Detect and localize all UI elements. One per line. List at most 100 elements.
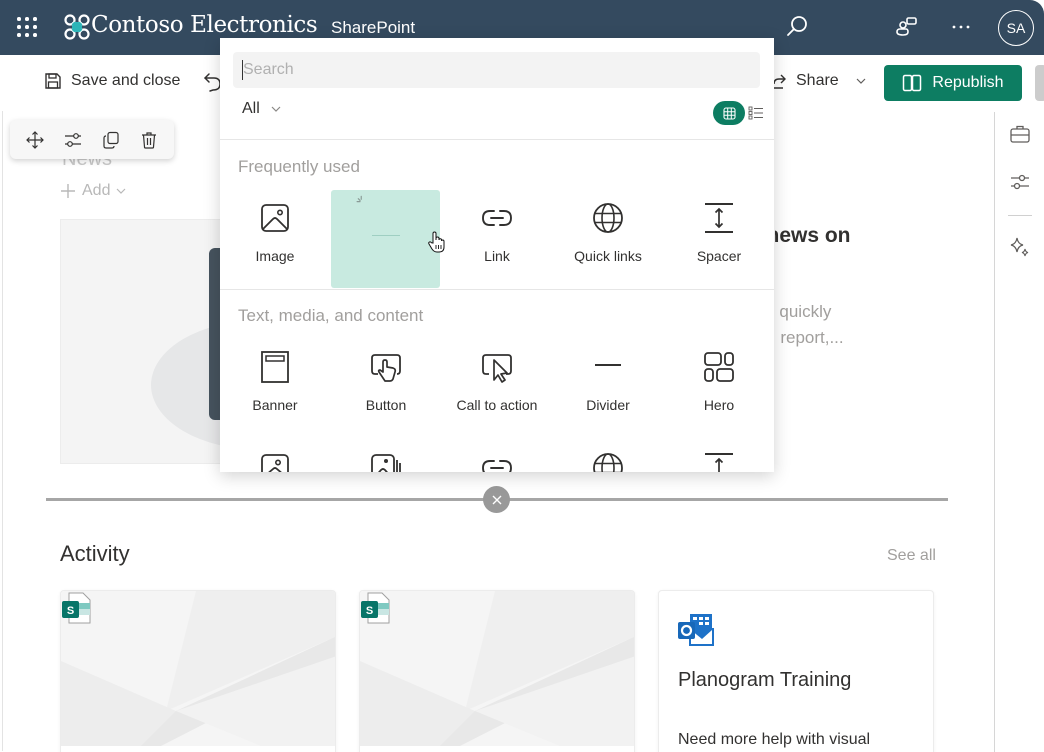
canvas-border: [2, 111, 3, 751]
link-icon: [482, 460, 512, 472]
divider-icon: [595, 364, 621, 366]
edit-properties-button[interactable]: [59, 126, 87, 154]
save-icon: [45, 73, 61, 89]
plus-icon: [61, 184, 75, 198]
search-icon[interactable]: [784, 14, 810, 40]
duplicate-button[interactable]: [97, 126, 125, 154]
webpart-label: Button: [365, 397, 407, 413]
webpart-label: Banner: [252, 397, 298, 413]
webpart-banner[interactable]: Banner: [220, 339, 330, 437]
webpart-image[interactable]: Image: [220, 190, 330, 288]
webpart-quick-links[interactable]: Quick links: [553, 190, 663, 288]
hand-cursor-icon: [428, 231, 445, 253]
webpart-label: Spacer: [696, 248, 742, 264]
webpart-spacer-partial[interactable]: [664, 440, 774, 472]
grid-view-toggle[interactable]: [713, 101, 745, 125]
chat-assistant-icon[interactable]: [894, 14, 920, 40]
save-and-close-button[interactable]: Save and close: [44, 72, 180, 90]
activity-card[interactable]: S: [60, 590, 336, 752]
toolbox-row: Banner Button Call to action Divider Her…: [220, 339, 774, 439]
chevron-down-icon: [117, 188, 126, 194]
webpart-label: Link: [484, 248, 510, 264]
toolbox-row: Image Link Quick links Spacer: [220, 190, 774, 290]
contoso-logo-icon: [64, 14, 90, 40]
activity-card[interactable]: Planogram Training Need more help with v…: [658, 590, 934, 752]
toolbox-separator: [220, 139, 774, 140]
category-filter-dropdown[interactable]: All: [242, 100, 282, 118]
close-toolbox-button[interactable]: [483, 486, 510, 513]
activity-card[interactable]: S: [359, 590, 635, 752]
globe-icon: [593, 453, 623, 472]
text-caret: [242, 60, 243, 80]
close-icon: [492, 495, 501, 504]
toolbox-pointer: [487, 473, 507, 485]
webpart-spacer[interactable]: Spacer: [664, 190, 774, 288]
image-gallery-icon: [371, 454, 401, 472]
move-icon: [26, 130, 44, 149]
grid-icon: [722, 106, 736, 120]
webpart-globe-partial[interactable]: [553, 440, 663, 472]
share-button[interactable]: Share: [770, 72, 867, 90]
spacer-icon: [705, 203, 733, 233]
webpart-image-partial[interactable]: [220, 440, 330, 472]
button-icon: [371, 354, 401, 382]
toolbox-search-input[interactable]: [233, 52, 760, 88]
webpart-divider[interactable]: Divider: [553, 339, 663, 437]
app-launcher-icon[interactable]: [17, 17, 37, 37]
webpart-label: Divider: [586, 397, 630, 413]
properties-icon[interactable]: [1009, 171, 1031, 193]
sharepoint-file-icon: S: [62, 592, 91, 624]
activity-title: Activity: [60, 541, 130, 566]
svg-text:S: S: [366, 605, 373, 617]
card-description: Need more help with visual: [678, 731, 871, 748]
webpart-toolbar: [10, 120, 174, 159]
webpart-hero[interactable]: Hero: [664, 339, 774, 437]
delete-button[interactable]: [135, 126, 163, 154]
card-thumbnail: S: [61, 591, 335, 746]
list-view-icon[interactable]: [748, 105, 764, 121]
more-options-icon[interactable]: [948, 14, 974, 40]
sparkle-icon[interactable]: [1009, 236, 1031, 258]
move-button[interactable]: [21, 126, 49, 154]
webpart-button[interactable]: Button: [331, 339, 441, 437]
webpart-label: Image: [255, 248, 295, 264]
image-icon: [261, 204, 289, 232]
rail-separator: [1008, 215, 1032, 216]
link-icon: [482, 210, 512, 226]
toolbox-separator: [220, 289, 774, 290]
news-placeholder-image: [60, 219, 240, 464]
overflow-button[interactable]: [1035, 65, 1044, 101]
republish-button[interactable]: Republish: [884, 65, 1022, 101]
webpart-label: Quick links: [574, 248, 642, 264]
see-all-link[interactable]: See all: [887, 547, 936, 565]
webpart-loading[interactable]: [331, 190, 440, 288]
app-name[interactable]: SharePoint: [331, 18, 415, 38]
call-to-action-icon: [482, 354, 512, 383]
webpart-call-to-action[interactable]: Call to action: [442, 339, 552, 437]
webpart-link[interactable]: Link: [442, 190, 552, 288]
image-icon: [261, 454, 289, 472]
properties-icon: [65, 132, 81, 147]
brand-name[interactable]: Contoso Electronics: [91, 12, 318, 38]
loading-spinner-icon: [356, 195, 362, 203]
toolbox-icon[interactable]: [1009, 123, 1031, 145]
save-and-close-label: Save and close: [71, 72, 181, 89]
share-label: Share: [796, 72, 839, 89]
user-avatar[interactable]: SA: [998, 10, 1034, 46]
add-label: Add: [82, 182, 111, 199]
add-news-button[interactable]: Add: [60, 182, 126, 200]
webpart-image-gallery-partial[interactable]: [331, 440, 441, 472]
card-thumbnail: S: [360, 591, 634, 746]
book-open-icon: [903, 74, 922, 92]
webpart-label: Hero: [703, 397, 735, 413]
category-filter-label: All: [242, 100, 260, 117]
toolbox-row-partial: [220, 440, 774, 472]
svg-text:S: S: [67, 605, 74, 617]
section-title: Frequently used: [238, 157, 360, 176]
card-title: Planogram Training: [678, 669, 852, 691]
outlook-calendar-icon: [678, 614, 714, 646]
webpart-toolbox: All Frequently used Image: [220, 38, 774, 472]
webpart-link-partial[interactable]: [442, 440, 552, 472]
banner-icon: [261, 351, 289, 383]
sharepoint-file-icon: S: [361, 592, 390, 624]
